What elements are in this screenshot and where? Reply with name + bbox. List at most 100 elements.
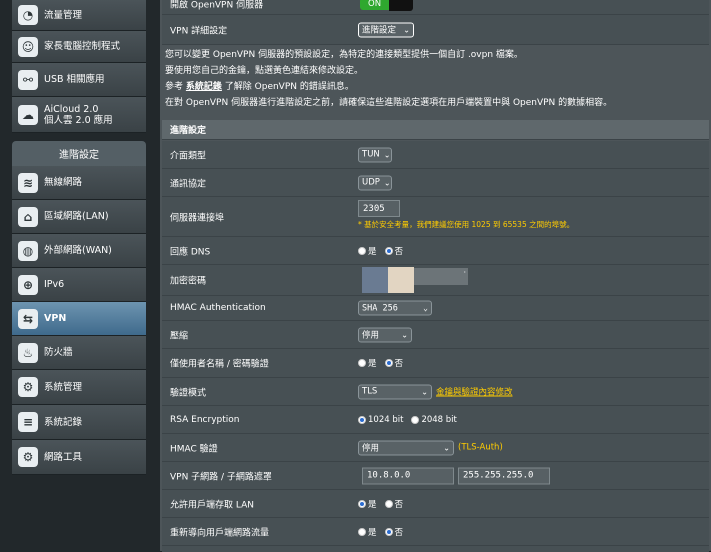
desc-line-3-pre: 參考 <box>165 82 184 92</box>
sidebar-item-parental[interactable]: ☺ 家長電腦控制程式 <box>12 31 146 63</box>
hmac-signature-row: HMAC 驗證 停用 ⌄ (TLS-Auth) <box>162 434 709 462</box>
system-log-link[interactable]: 系統記錄 <box>186 82 222 92</box>
cloud-icon: ☁ <box>18 104 38 125</box>
hmac-auth-select[interactable]: SHA 256 ⌄ <box>358 300 432 316</box>
redirect-traffic-yes[interactable]: 是 <box>358 526 377 538</box>
protocol-select[interactable]: UDP ⌄ <box>358 175 392 190</box>
interface-type-select[interactable]: TUN ⌄ <box>358 147 392 162</box>
sidebar-item-label: 系統記錄 <box>44 416 83 428</box>
userpass-only-no[interactable]: 否 <box>384 357 403 369</box>
auth-mode-select[interactable]: TLS ⌄ <box>358 384 432 399</box>
server-port-note: * 基於安全考量，我們建議您使用 1025 到 65535 之間的埠號。 <box>358 220 575 229</box>
hmac-signature-select[interactable]: 停用 ⌄ <box>358 440 454 455</box>
parental-control-icon: ☺ <box>18 36 38 57</box>
respond-dns-no[interactable]: 否 <box>384 245 403 257</box>
sidebar-item-vpn[interactable]: ⇆ VPN <box>12 302 146 336</box>
hmac-auth-row: HMAC Authentication SHA 256 ⌄ <box>162 296 709 321</box>
sidebar-item-firewall[interactable]: ♨ 防火牆 <box>12 336 146 370</box>
radio-dot-selected <box>358 415 366 424</box>
sidebar-item-wan[interactable]: ◍ 外部網路(WAN) <box>12 234 146 268</box>
sidebar-item-wireless[interactable]: ≋ 無線網路 <box>12 166 146 200</box>
vpn-details-label: VPN 詳細設定 <box>170 26 228 36</box>
radio-label: 否 <box>394 499 404 510</box>
hmac-auth-value: SHA 256 <box>362 303 398 313</box>
lan-access-no[interactable]: 否 <box>384 498 404 510</box>
hmac-signature-label: HMAC 驗證 <box>170 444 218 454</box>
interface-type-select-box: TUN ⌄ <box>358 147 392 162</box>
tools-icon: ⚙ <box>18 447 38 467</box>
wireless-icon: ≋ <box>18 172 38 193</box>
toggle-on-label: ON <box>360 0 390 10</box>
traffic-gauge-icon: ◔ <box>18 5 38 25</box>
tls-auth-note: (TLS-Auth) <box>458 442 503 453</box>
vpn-netmask-input[interactable]: 255.255.255.0 <box>458 467 550 484</box>
protocol-select-box: UDP ⌄ <box>358 175 392 190</box>
lan-access-row: 允許用戶端存取 LAN 是 否 <box>162 490 709 518</box>
sidebar-item-aicloud[interactable]: ☁ AiCloud 2.0 個人雲 2.0 應用 <box>12 97 146 133</box>
sidebar-item-usb[interactable]: ⚯ USB 相關應用 <box>12 63 146 97</box>
radio-dot <box>358 527 366 536</box>
radio-label: 是 <box>368 246 377 257</box>
radio-label: 是 <box>368 527 377 538</box>
aicloud-subtitle: 個人雲 2.0 應用 <box>44 114 113 126</box>
keys-certificates-link[interactable]: 金鑰與驗證內容修改 <box>436 386 513 398</box>
vpn-details-select-box: 進階設定 ⌄ <box>358 22 414 37</box>
encryption-label: 加密密碼 <box>170 276 207 287</box>
sidebar-item-lan[interactable]: ⌂ 區域網路(LAN) <box>12 200 146 234</box>
sidebar-item-label: 流量管理 <box>44 9 83 21</box>
vpn-details-select[interactable]: 進階設定 ⌄ <box>358 22 414 37</box>
rsa-encryption-radios: 1024 bit 2048 bit <box>358 415 465 425</box>
chevron-down-icon: ⌄ <box>401 330 408 339</box>
sidebar-item-traffic[interactable]: ◔ 流量管理 <box>12 0 146 31</box>
lan-icon: ⌂ <box>18 206 38 227</box>
respond-dns-label: 回應 DNS <box>170 247 211 257</box>
obscured-block <box>362 267 388 293</box>
redirect-traffic-label: 重新導向用戶端網路流量 <box>170 528 270 538</box>
sidebar-item-system-log[interactable]: ≡ 系統記錄 <box>12 405 146 440</box>
sidebar-item-administration[interactable]: ⚙ 系統管理 <box>12 370 146 405</box>
sidebar-item-network-tools[interactable]: ⚙ 網路工具 <box>12 440 146 475</box>
sidebar-item-label: IPv6 <box>44 279 65 290</box>
sidebar-item-label: AiCloud 2.0 個人雲 2.0 應用 <box>44 104 113 126</box>
radio-dot <box>358 359 366 367</box>
rsa-encryption-row: RSA Encryption 1024 bit 2048 bit <box>162 406 709 434</box>
ipv6-icon: ⊕ <box>18 274 38 295</box>
vpn-subnet-input[interactable]: 10.8.0.0 <box>362 467 454 484</box>
usb-icon: ⚯ <box>18 69 38 90</box>
radio-dot-selected <box>384 527 393 536</box>
desc-line-2: 要使用您自己的金鑰，點選黃色連結來修改設定。 <box>165 66 364 76</box>
protocol-row: 通訊協定 UDP ⌄ <box>162 169 709 197</box>
compression-select[interactable]: 停用 ⌄ <box>358 327 412 342</box>
encryption-select[interactable]: · <box>362 267 468 293</box>
sidebar-item-ipv6[interactable]: ⊕ IPv6 <box>12 268 146 302</box>
sidebar-item-label: VPN <box>44 313 67 324</box>
server-port-row: 伺服器連接埠 2305 * 基於安全考量，我們建議您使用 1025 到 6553… <box>162 197 709 237</box>
lan-access-yes[interactable]: 是 <box>358 498 377 510</box>
redirect-traffic-no[interactable]: 否 <box>384 526 403 538</box>
server-enable-label: 開啟 OpenVPN 伺服器 <box>170 0 264 11</box>
userpass-only-radios: 是 否 <box>358 357 411 369</box>
chevron-down-icon: ⌄ <box>383 150 391 159</box>
server-port-input[interactable]: 2305 <box>358 200 400 217</box>
compression-select-box: 停用 ⌄ <box>358 327 412 342</box>
radio-dot-selected <box>358 499 366 508</box>
rsa-encryption-label: RSA Encryption <box>170 414 240 425</box>
encryption-value-tail: · <box>414 267 468 285</box>
desc-line-1: 您可以變更 OpenVPN 伺服器的預設設定，為特定的連接類型提供一個自訂 .o… <box>165 50 523 60</box>
chevron-down-icon: ⌄ <box>403 25 410 34</box>
desc-line-3-post: 了解除 OpenVPN 的錯誤訊息。 <box>224 82 354 92</box>
compression-value: 停用 <box>362 330 380 341</box>
hmac-auth-label: HMAC Authentication <box>170 303 266 313</box>
userpass-only-yes[interactable]: 是 <box>358 357 377 369</box>
obscured-block <box>388 267 414 293</box>
userpass-only-row: 僅使用者名稱 / 密碼驗證 是 否 <box>162 349 709 378</box>
protocol-value: UDP <box>362 177 380 188</box>
respond-dns-yes[interactable]: 是 <box>358 245 377 257</box>
sidebar-item-label: USB 相關應用 <box>44 74 105 85</box>
main-content: 開啟 OpenVPN 伺服器 ON VPN 詳細設定 進階設定 ⌄ 您可以變更 … <box>160 0 711 552</box>
radio-label: 2048 bit <box>421 414 457 425</box>
rsa-1024-radio[interactable]: 1024 bit <box>358 415 403 425</box>
server-toggle[interactable]: ON <box>360 0 414 11</box>
rsa-2048-radio[interactable]: 2048 bit <box>411 414 457 425</box>
desc-line-3: 參考 系統記錄 了解除 OpenVPN 的錯誤訊息。 <box>165 79 710 95</box>
